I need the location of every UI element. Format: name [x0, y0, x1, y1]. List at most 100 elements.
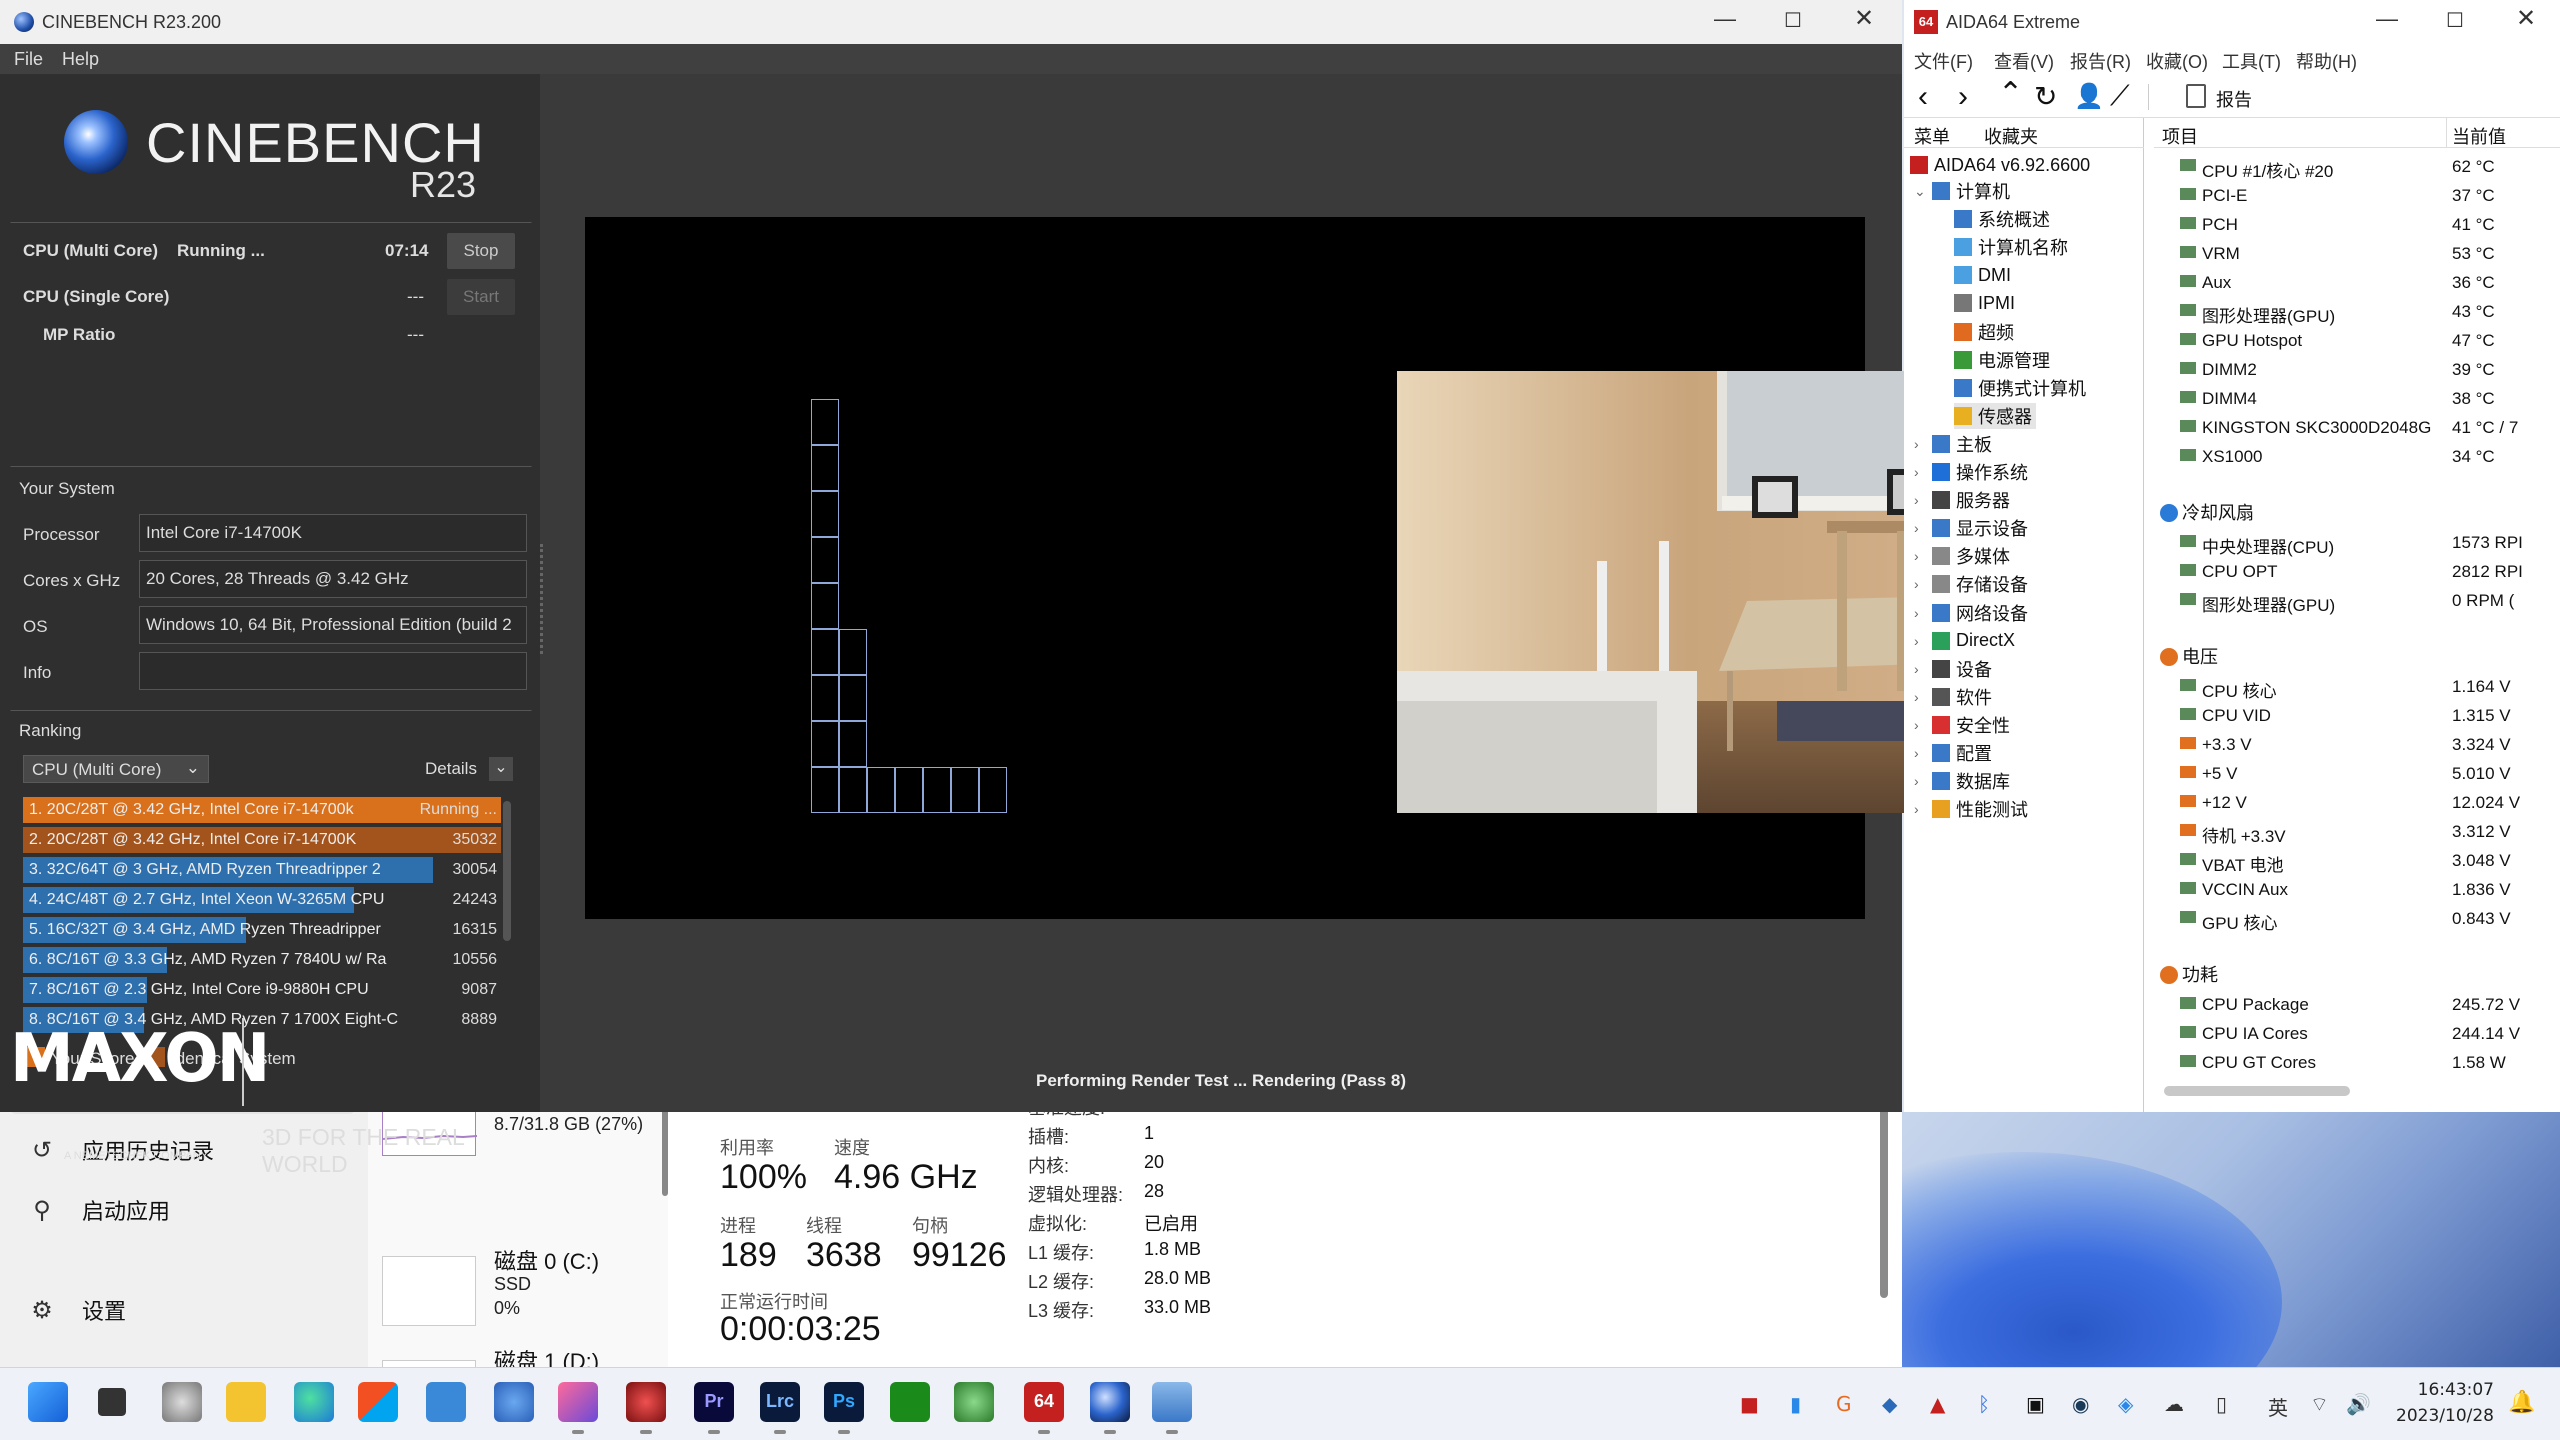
- chevron-right-icon[interactable]: ›: [1914, 773, 1928, 789]
- ranking-row[interactable]: 1. 20C/28T @ 3.42 GHz, Intel Core i7-147…: [23, 797, 501, 823]
- sensor-row[interactable]: 中央处理器(CPU) 1573 RPI: [2154, 528, 2560, 557]
- sensor-row[interactable]: CPU VID 1.315 V: [2154, 701, 2560, 729]
- sensor-row[interactable]: PCI-E 37 °C: [2154, 181, 2560, 209]
- usb-tray-icon[interactable]: ▯: [2216, 1392, 2227, 1416]
- cinebench-icon[interactable]: [1090, 1382, 1130, 1422]
- sensor-row[interactable]: CPU OPT 2812 RPI: [2154, 557, 2560, 585]
- sensor-row[interactable]: PCH 41 °C: [2154, 210, 2560, 238]
- ranking-row[interactable]: 2. 20C/28T @ 3.42 GHz, Intel Core i7-147…: [23, 827, 501, 853]
- report-icon[interactable]: [2186, 84, 2206, 108]
- refresh-icon[interactable]: ↻: [2034, 80, 2057, 113]
- tree-item[interactable]: › 性能测试: [1914, 796, 2028, 822]
- tree-item[interactable]: › DirectX: [1914, 628, 2015, 654]
- premiere-icon[interactable]: Pr: [694, 1382, 734, 1422]
- chevron-right-icon[interactable]: ›: [1914, 520, 1928, 536]
- onedrive-icon[interactable]: ☁: [2164, 1392, 2184, 1416]
- chat-tray-icon[interactable]: ▮: [1790, 1392, 1801, 1416]
- chevron-right-icon[interactable]: ›: [1914, 464, 1928, 480]
- chevron-right-icon[interactable]: ›: [1914, 801, 1928, 817]
- ime-indicator[interactable]: 英: [2268, 1392, 2288, 1421]
- menu-file[interactable]: File: [14, 49, 43, 70]
- sensor-row[interactable]: 待机 +3.3V 3.312 V: [2154, 817, 2560, 846]
- details-label[interactable]: Details: [425, 759, 477, 779]
- sensor-row[interactable]: VRM 53 °C: [2154, 239, 2560, 267]
- chevron-right-icon[interactable]: ›: [1914, 661, 1928, 677]
- sensor-row[interactable]: DIMM2 39 °C: [2154, 355, 2560, 383]
- sensor-row[interactable]: DIMM4 38 °C: [2154, 384, 2560, 412]
- aida64-tray-icon[interactable]: ■: [1740, 1392, 1759, 1416]
- xbox-icon[interactable]: [890, 1382, 930, 1422]
- ranking-select[interactable]: CPU (Multi Core) ⌄: [23, 755, 209, 783]
- google-tray-icon[interactable]: G: [1836, 1392, 1852, 1416]
- amd-tray-icon[interactable]: ▲: [1930, 1392, 1945, 1416]
- tree-item[interactable]: › 设备: [1914, 656, 1992, 682]
- nav-settings[interactable]: ⚙ 设置: [10, 1284, 355, 1336]
- tree-item[interactable]: › 服务器: [1914, 487, 2010, 513]
- tree-item[interactable]: 便携式计算机: [1954, 375, 2086, 401]
- photoshop-icon[interactable]: Ps: [824, 1382, 864, 1422]
- ranking-row[interactable]: 6. 8C/16T @ 3.3 GHz, AMD Ryzen 7 7840U w…: [23, 947, 501, 973]
- sensor-row[interactable]: CPU 核心 1.164 V: [2154, 672, 2560, 701]
- up-icon[interactable]: ⌃: [1998, 76, 2023, 111]
- sensor-row[interactable]: CPU GT Cores 1.58 W: [2154, 1048, 2560, 1076]
- chevron-right-icon[interactable]: ›: [1914, 492, 1928, 508]
- aida-menu-item[interactable]: 查看(V): [1994, 48, 2054, 74]
- chevron-right-icon[interactable]: ›: [1914, 605, 1928, 621]
- tree-item[interactable]: › 数据库: [1914, 768, 2010, 794]
- tree-item[interactable]: › 主板: [1914, 431, 1992, 457]
- aida-maximize-icon[interactable]: ☐: [2446, 8, 2464, 33]
- tree-item[interactable]: 超频: [1954, 319, 2014, 345]
- chevron-right-icon[interactable]: ›: [1914, 436, 1928, 452]
- sensor-row[interactable]: XS1000 34 °C: [2154, 442, 2560, 470]
- network-app-tray-icon[interactable]: ◆: [1882, 1392, 1897, 1416]
- store-icon[interactable]: [358, 1382, 398, 1422]
- ranking-row[interactable]: 3. 32C/64T @ 3 GHz, AMD Ryzen Threadripp…: [23, 857, 501, 883]
- tree-item[interactable]: › 安全性: [1914, 712, 2010, 738]
- chart-icon[interactable]: ⟋: [2110, 80, 2130, 113]
- chevron-right-icon[interactable]: ›: [1914, 633, 1928, 649]
- tree-root-aida[interactable]: AIDA64 v6.92.6600: [1910, 152, 2090, 178]
- back-icon[interactable]: ‹: [1918, 80, 1928, 114]
- start-icon[interactable]: [28, 1382, 68, 1422]
- sensor-row[interactable]: VCCIN Aux 1.836 V: [2154, 875, 2560, 903]
- aida-menu-item[interactable]: 帮助(H): [2296, 48, 2357, 74]
- minimize-icon[interactable]: —: [1714, 6, 1736, 32]
- tree-item[interactable]: IPMI: [1954, 290, 2015, 316]
- tree-item[interactable]: 电源管理: [1954, 347, 2050, 373]
- snipping-tool-icon[interactable]: [558, 1382, 598, 1422]
- lightroom-icon[interactable]: Lrc: [760, 1382, 800, 1422]
- file-explorer-icon[interactable]: [226, 1382, 266, 1422]
- start-button[interactable]: Start: [447, 279, 515, 315]
- ranking-row[interactable]: 5. 16C/32T @ 3.4 GHz, AMD Ryzen Threadri…: [23, 917, 501, 943]
- performance-monitor-icon[interactable]: [1152, 1382, 1192, 1422]
- chevron-right-icon[interactable]: ›: [1914, 689, 1928, 705]
- sensor-row[interactable]: GPU Hotspot 47 °C: [2154, 326, 2560, 354]
- aida-minimize-icon[interactable]: —: [2376, 6, 2398, 32]
- tree-item[interactable]: › 多媒体: [1914, 543, 2010, 569]
- xbox-app-icon[interactable]: [954, 1382, 994, 1422]
- clock-time[interactable]: 16:43:07: [2394, 1380, 2494, 1400]
- chevron-right-icon[interactable]: ›: [1914, 745, 1928, 761]
- menu-help[interactable]: Help: [62, 49, 99, 70]
- sensor-row[interactable]: 图形处理器(GPU) 43 °C: [2154, 297, 2560, 326]
- tab-menu[interactable]: 菜单: [1914, 123, 1950, 149]
- task-view-icon[interactable]: [98, 1388, 126, 1416]
- davinci-icon[interactable]: [626, 1382, 666, 1422]
- nav-startup-apps[interactable]: ⚲ 启动应用: [10, 1184, 355, 1236]
- tree-item[interactable]: › 存储设备: [1914, 571, 2028, 597]
- ranking-scrollbar[interactable]: [503, 801, 511, 941]
- maximize-icon[interactable]: ☐: [1784, 8, 1802, 33]
- notification-bell-icon[interactable]: 🔔: [2508, 1390, 2535, 1415]
- aida-menu-item[interactable]: 收藏(O): [2146, 48, 2208, 74]
- chevron-right-icon[interactable]: ›: [1914, 717, 1928, 733]
- tree-item[interactable]: › 显示设备: [1914, 515, 2028, 541]
- tree-item[interactable]: › 网络设备: [1914, 600, 2028, 626]
- chevron-down-icon[interactable]: ⌄: [1914, 183, 1928, 200]
- col-item-header[interactable]: 项目: [2162, 123, 2198, 149]
- ranking-row[interactable]: 4. 24C/48T @ 2.7 GHz, Intel Xeon W-3265M…: [23, 887, 501, 913]
- sensor-row[interactable]: GPU 核心 0.843 V: [2154, 904, 2560, 933]
- tree-item[interactable]: › 配置: [1914, 740, 1992, 766]
- user-icon[interactable]: 👤: [2074, 82, 2104, 111]
- chevron-right-icon[interactable]: ›: [1914, 548, 1928, 564]
- sensor-row[interactable]: 图形处理器(GPU) 0 RPM (: [2154, 586, 2560, 615]
